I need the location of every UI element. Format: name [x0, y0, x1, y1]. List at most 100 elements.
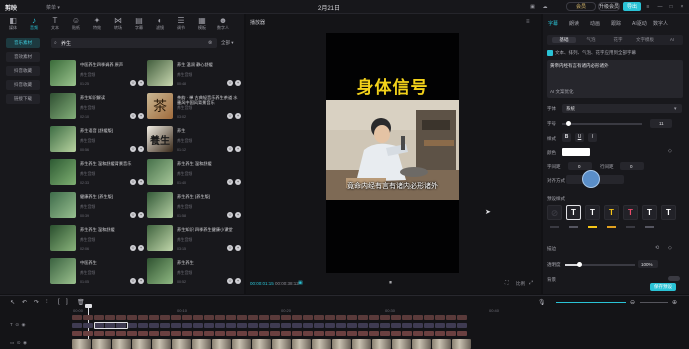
text-clip[interactable] — [391, 315, 401, 320]
caption-clip[interactable] — [457, 323, 467, 328]
video-clip[interactable] — [352, 339, 371, 349]
text-clip[interactable] — [248, 331, 258, 336]
toolbar-media-button[interactable]: ◧ 媒体 — [4, 16, 22, 34]
text-clip[interactable] — [336, 331, 346, 336]
video-clip[interactable] — [132, 339, 151, 349]
redo-icon[interactable]: ↷ — [34, 299, 39, 306]
text-clip[interactable] — [83, 315, 93, 320]
text-clip[interactable] — [358, 331, 368, 336]
track-controls[interactable]: T ⊙ ◉ — [10, 322, 25, 328]
audio-card[interactable]: 养生养生 温和舒缓 养生音频 01:40 ☆ + — [147, 159, 241, 189]
caption-clip[interactable] — [171, 323, 181, 328]
caption-clip[interactable] — [138, 323, 148, 328]
add-icon[interactable]: + — [138, 212, 144, 218]
vip-badge[interactable]: 会员 — [566, 2, 596, 11]
text-clip[interactable] — [369, 331, 379, 336]
cloud-icon[interactable]: ☁ — [540, 2, 550, 11]
text-clip[interactable] — [435, 331, 445, 336]
text-clip[interactable] — [116, 331, 126, 336]
split-right-icon[interactable]: ] — [66, 299, 68, 305]
text-clip[interactable] — [226, 315, 236, 320]
preset-more-swatch[interactable] — [607, 226, 616, 228]
caption-clip[interactable] — [226, 323, 236, 328]
add-icon[interactable]: + — [235, 113, 241, 119]
clear-icon[interactable]: ⊗ — [208, 40, 212, 46]
text-clip[interactable] — [193, 315, 203, 320]
add-icon[interactable]: + — [138, 146, 144, 152]
text-clip[interactable] — [127, 315, 137, 320]
ai-optimize-button[interactable]: AI 文案优化 — [550, 89, 574, 95]
add-icon[interactable]: + — [235, 146, 241, 152]
caption-clip[interactable] — [380, 323, 390, 328]
caption-clip[interactable] — [303, 323, 313, 328]
category-item[interactable]: 抖音收藏 — [6, 80, 40, 90]
toolbar-adjust-button[interactable]: ☰ 调节 — [172, 16, 190, 34]
audio-card[interactable]: 养生知识解读 养生音频 02:10 ☆ + — [50, 93, 144, 123]
text-clip[interactable] — [105, 331, 115, 336]
favorite-icon[interactable]: ☆ — [227, 212, 233, 218]
caption-clip[interactable] — [248, 323, 258, 328]
category-item[interactable]: 链接下载 — [6, 94, 40, 104]
video-clip[interactable] — [92, 339, 111, 349]
text-clip[interactable] — [292, 315, 302, 320]
caption-clip[interactable] — [182, 323, 192, 328]
preset-style-swatch[interactable]: T — [585, 205, 600, 220]
property-subtab[interactable]: AI — [660, 37, 684, 43]
text-clip[interactable] — [347, 331, 357, 336]
ratio-button[interactable]: 比例 — [516, 281, 525, 287]
video-clip[interactable] — [72, 339, 91, 349]
caption-clip[interactable] — [292, 323, 302, 328]
caption-clip[interactable] — [72, 323, 82, 328]
add-icon[interactable]: + — [138, 179, 144, 185]
delete-icon[interactable]: 🗑 — [77, 299, 85, 306]
add-icon[interactable]: + — [235, 212, 241, 218]
video-clip[interactable] — [432, 339, 451, 349]
undo-icon[interactable]: ↶ — [22, 299, 27, 306]
text-clip[interactable] — [116, 315, 126, 320]
italic-button[interactable]: I — [588, 133, 597, 142]
text-clip[interactable] — [358, 315, 368, 320]
color-swatch[interactable] — [562, 148, 590, 156]
category-item[interactable]: 抖音收藏 — [6, 66, 40, 76]
preset-style-swatch[interactable]: T — [623, 205, 638, 220]
property-tab[interactable]: 数字人 — [653, 20, 668, 27]
video-clip[interactable] — [412, 339, 431, 349]
audio-card[interactable]: 茶茶韵 · 禅 古典轻音乐养生茶道 水墨风中国风背景音乐 养生音频 03:02 ☆ + — [147, 93, 241, 123]
toolbar-avatar-button[interactable]: ☻ 数字人 — [214, 16, 232, 34]
toolbar-filter-button[interactable]: ◐ 滤镜 — [151, 16, 169, 34]
text-clip[interactable] — [182, 315, 192, 320]
mic-icon[interactable]: 🎙 — [538, 299, 546, 306]
favorite-icon[interactable]: ☆ — [130, 245, 136, 251]
text-clip[interactable] — [193, 331, 203, 336]
text-clip[interactable] — [72, 315, 82, 320]
layout-icon[interactable]: ▣ — [527, 2, 538, 11]
text-clip[interactable] — [259, 315, 269, 320]
text-clip[interactable] — [94, 331, 104, 336]
add-icon[interactable]: + — [235, 80, 241, 86]
text-clip[interactable] — [336, 315, 346, 320]
caption-clip[interactable] — [281, 323, 291, 328]
text-clip[interactable] — [94, 315, 104, 320]
caption-clip[interactable] — [127, 323, 137, 328]
text-clip[interactable] — [237, 315, 247, 320]
caption-clip[interactable] — [83, 323, 93, 328]
property-subtab[interactable]: 气泡 — [579, 37, 603, 43]
property-tab[interactable]: 跟踪 — [611, 20, 621, 27]
add-icon[interactable]: + — [138, 113, 144, 119]
video-clip[interactable] — [372, 339, 391, 349]
menu-label[interactable]: 菜单 ▾ — [46, 4, 60, 11]
play-button[interactable]: ⏸ — [389, 280, 392, 287]
text-clip[interactable] — [171, 315, 181, 320]
toolbar-transition-button[interactable]: ⋈ 转场 — [109, 16, 127, 34]
text-clip[interactable] — [204, 331, 214, 336]
text-clip[interactable] — [127, 331, 137, 336]
toolbar-caption-button[interactable]: ▤ 字幕 — [130, 16, 148, 34]
color-reset-icon[interactable]: ◇ — [668, 148, 672, 154]
text-clip[interactable] — [391, 331, 401, 336]
fullscreen-icon[interactable]: ⛶ — [505, 280, 509, 286]
text-clip[interactable] — [435, 315, 445, 320]
category-item[interactable]: 音乐素材 — [6, 38, 40, 48]
text-clip[interactable] — [314, 331, 324, 336]
text-clip[interactable] — [325, 331, 335, 336]
text-clip[interactable] — [226, 331, 236, 336]
